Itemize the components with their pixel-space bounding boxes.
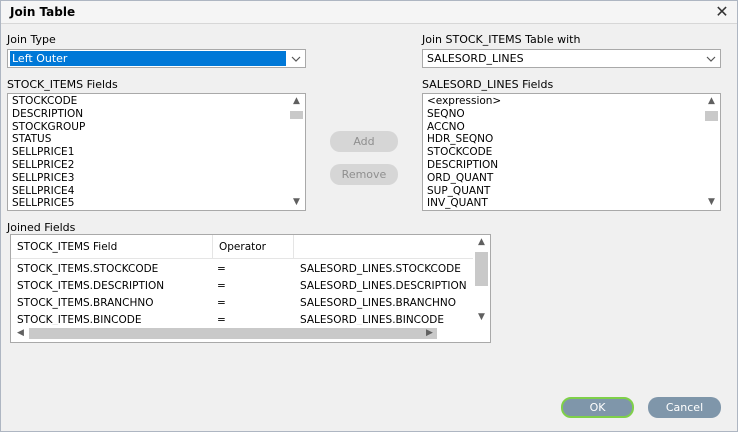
scroll-left-icon[interactable]: ◀ [12,325,29,342]
join-type-value: Left Outer [9,50,287,67]
list-item[interactable]: SELLPRICE2 [12,159,287,172]
table-cell: STOCK_ITEMS.BRANCHNO [17,297,154,309]
table-row[interactable]: STOCK_ITEMS.STOCKCODE = SALESORD_LINES.S… [11,261,476,278]
close-icon[interactable]: ✕ [713,3,731,21]
list-item[interactable]: ACCNO [427,121,702,134]
column-header[interactable]: Operator [213,235,294,259]
join-type-select[interactable]: Left Outer [7,49,306,68]
add-button[interactable]: Add [330,131,398,152]
scroll-right-icon[interactable]: ▶ [421,325,438,342]
scroll-thumb[interactable] [290,111,303,119]
cancel-button[interactable]: Cancel [648,397,721,418]
table-cell: SALESORD_LINES.STOCKCODE [300,263,461,275]
vertical-scrollbar[interactable]: ▲ ▼ [288,94,305,210]
table-cell: = [217,297,226,309]
list-item[interactable]: HDR_SEQNO [427,133,702,146]
chevron-down-icon [291,56,301,62]
vertical-scrollbar[interactable]: ▲ ▼ [473,235,490,325]
right-fields-label: SALESORD_LINES Fields [422,78,554,91]
salesord-lines-fields-list[interactable]: <expression> SEQNO ACCNO HDR_SEQNO STOCK… [422,93,721,211]
table-header: STOCK_ITEMS Field Operator [11,235,476,259]
chevron-down-icon [706,56,716,62]
joined-fields-label: Joined Fields [7,221,76,234]
title-bar: Join Table ✕ [1,1,737,24]
table-cell: = [217,280,226,292]
join-with-value: SALESORD_LINES [427,52,524,65]
column-header[interactable]: STOCK_ITEMS Field [11,235,213,259]
list-item[interactable]: STOCKCODE [12,95,287,108]
join-type-label: Join Type [7,33,56,46]
stock-items-fields-list[interactable]: STOCKCODE DESCRIPTION STOCKGROUP STATUS … [7,93,306,211]
list-item[interactable]: SEQNO [427,108,702,121]
ok-button[interactable]: OK [561,397,634,418]
list-item[interactable]: DESCRIPTION [427,159,702,172]
horizontal-scrollbar[interactable]: ◀ ▶ [11,325,476,342]
scroll-thumb[interactable] [705,111,718,121]
table-cell: = [217,263,226,275]
scroll-down-icon[interactable]: ▼ [288,196,305,209]
list-item[interactable]: SELLPRICE3 [12,172,287,185]
list-item[interactable]: <expression> [427,95,702,108]
table-cell: SALESORD_LINES.BRANCHNO [300,297,456,309]
join-table-dialog: Join Table ✕ Join Type Left Outer Join S… [0,0,738,432]
vertical-scrollbar[interactable]: ▲ ▼ [703,94,720,210]
scroll-thumb[interactable] [29,328,437,339]
scroll-down-icon[interactable]: ▼ [703,196,720,209]
table-row[interactable]: STOCK_ITEMS.DESCRIPTION = SALESORD_LINES… [11,278,476,295]
join-with-select[interactable]: SALESORD_LINES [422,49,721,68]
list-item[interactable]: ORD_QUANT [427,172,702,185]
column-header[interactable] [294,235,476,259]
table-cell: SALESORD_LINES.DESCRIPTION [300,280,467,292]
table-cell: STOCK_ITEMS.DESCRIPTION [17,280,165,292]
scroll-up-icon[interactable]: ▲ [703,95,720,108]
scroll-down-icon[interactable]: ▼ [473,311,490,324]
list-item[interactable]: SELLPRICE1 [12,146,287,159]
table-cell: STOCK_ITEMS.STOCKCODE [17,263,159,275]
list-item[interactable]: SELLPRICE5 [12,197,287,210]
scroll-up-icon[interactable]: ▲ [473,236,490,249]
list-item[interactable]: DESCRIPTION [12,108,287,121]
list-item[interactable]: SELLPRICE4 [12,185,287,198]
list-item[interactable]: STOCKGROUP [12,121,287,134]
list-item[interactable]: STOCKCODE [427,146,702,159]
dialog-title: Join Table [10,5,76,19]
joined-fields-table[interactable]: STOCK_ITEMS Field Operator STOCK_ITEMS.S… [10,234,491,343]
join-with-label: Join STOCK_ITEMS Table with [422,33,581,46]
scroll-thumb[interactable] [475,252,488,286]
left-fields-label: STOCK_ITEMS Fields [7,78,118,91]
list-item[interactable]: STATUS [12,133,287,146]
list-item[interactable]: SUP_QUANT [427,185,702,198]
remove-button[interactable]: Remove [330,164,398,185]
scroll-up-icon[interactable]: ▲ [288,95,305,108]
list-item[interactable]: INV_QUANT [427,197,702,210]
table-row[interactable]: STOCK_ITEMS.BRANCHNO = SALESORD_LINES.BR… [11,295,476,312]
